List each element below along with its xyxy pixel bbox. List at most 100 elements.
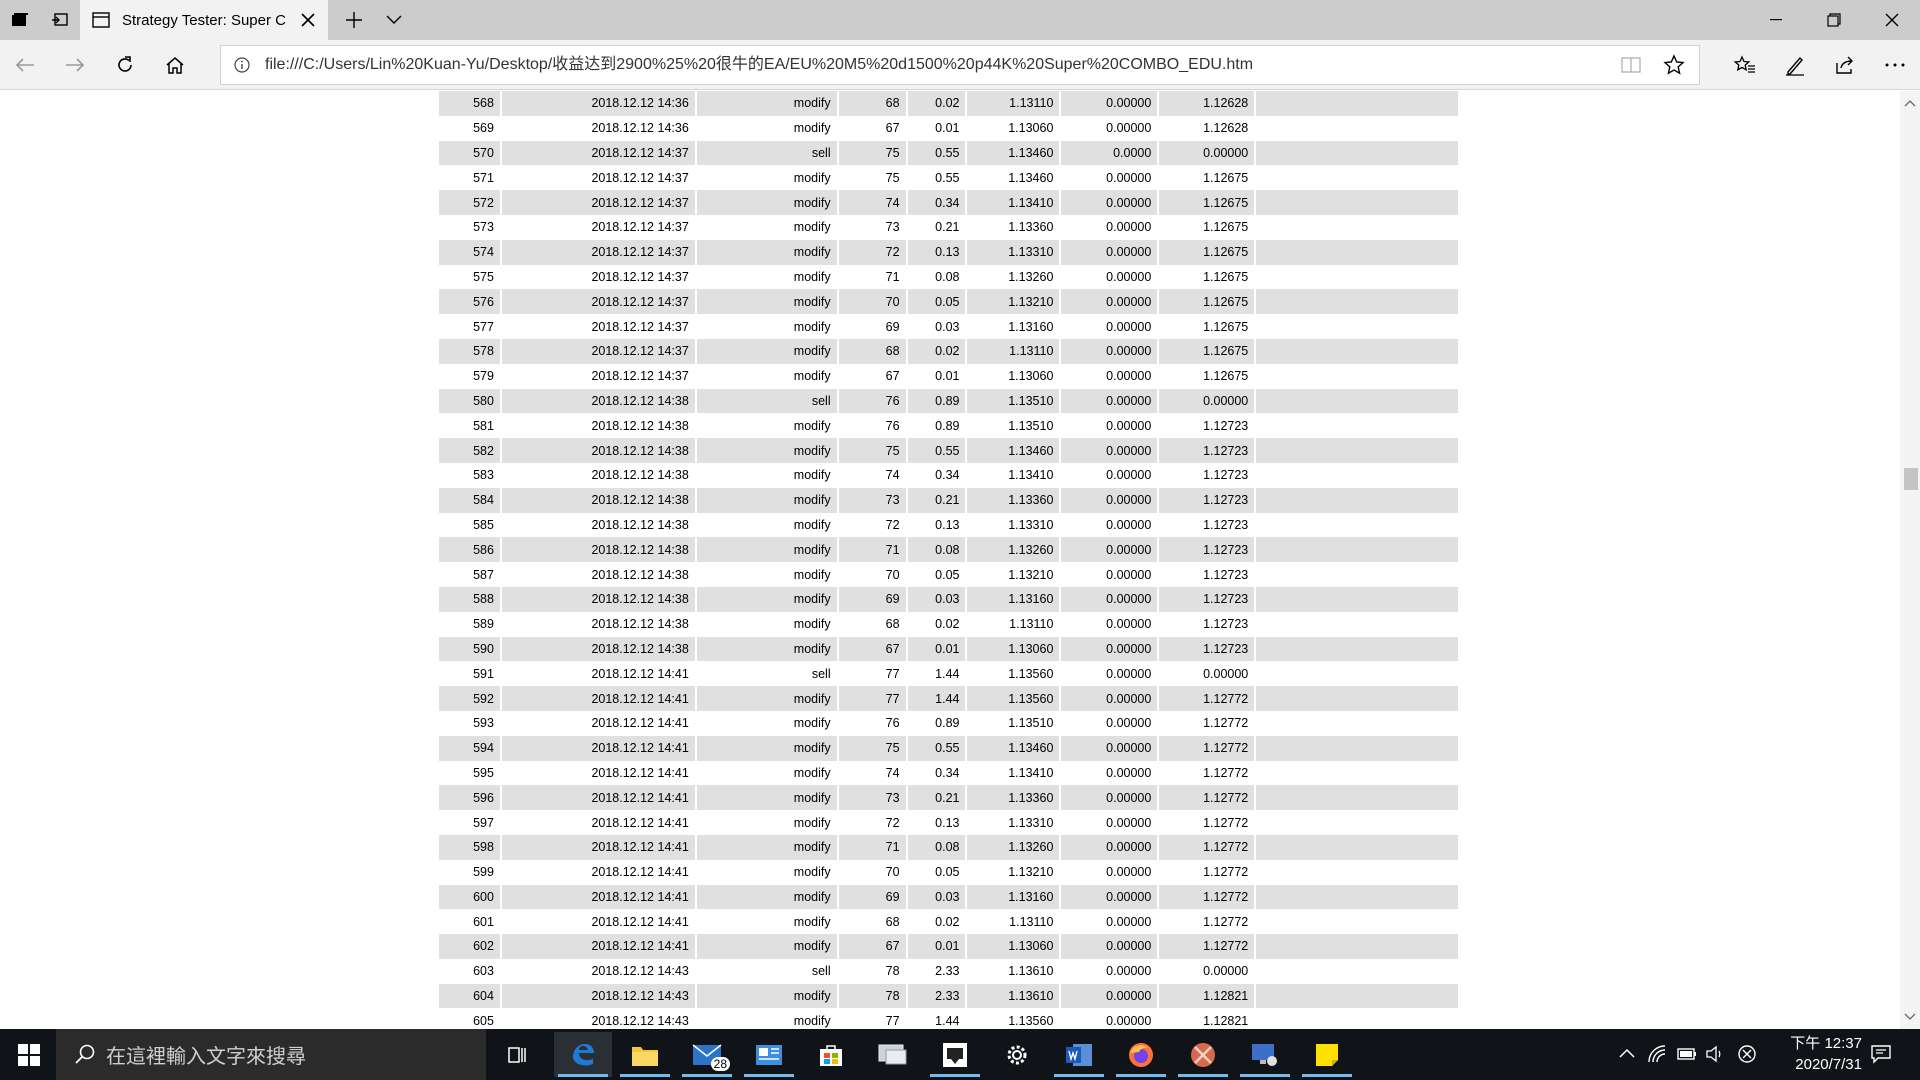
trade-price-cell: 1.13060	[966, 934, 1062, 959]
trade-sl-cell: 0.00000	[1060, 438, 1160, 463]
close-window-icon[interactable]	[1868, 0, 1916, 40]
show-hidden-icons-chevron-icon[interactable]	[1616, 1043, 1638, 1065]
trade-price-cell: 1.13260	[966, 537, 1062, 563]
news-app-icon[interactable]	[740, 1032, 798, 1077]
trade-price-cell: 1.13460	[966, 165, 1062, 191]
trade-tp-cell: 1.12723	[1158, 611, 1257, 637]
table-row: 592 2018.12.12 14:41 modify 77 1.44 1.13560 0.…	[439, 686, 1460, 711]
new-tab-icon[interactable]	[338, 0, 370, 40]
battery-icon[interactable]	[1676, 1043, 1698, 1065]
mail-badge: 28	[710, 1057, 730, 1071]
table-row: 568 2018.12.12 14:36 modify 68 0.02 1.13110 0.…	[439, 91, 1460, 116]
url-text[interactable]: file:///C:/Users/Lin%20Kuan-Yu/Desktop/收…	[265, 46, 1595, 84]
table-row: 572 2018.12.12 14:37 modify 74 0.34 1.13410 0.…	[439, 190, 1460, 215]
restore-icon[interactable]	[1810, 0, 1858, 40]
set-aside-tabs-icon[interactable]	[40, 0, 80, 40]
app-circle-icon[interactable]	[1174, 1032, 1232, 1077]
system-clock[interactable]: 下午 12:37 2020/7/31	[1762, 1033, 1862, 1075]
reading-view-icon[interactable]	[1621, 56, 1641, 79]
volume-icon[interactable]	[1704, 1043, 1726, 1065]
start-windows-icon[interactable]	[0, 1032, 58, 1077]
table-row: 571 2018.12.12 14:37 modify 75 0.55 1.13460 0.…	[439, 165, 1460, 191]
trade-type-cell: modify	[695, 239, 839, 265]
tab-strategy-tester[interactable]: Strategy Tester: Super C	[80, 0, 328, 40]
word-icon[interactable]	[1050, 1032, 1108, 1077]
order-id-cell: 69	[837, 586, 908, 612]
table-row: 594 2018.12.12 14:41 modify 75 0.55 1.13460 0.…	[439, 735, 1460, 761]
back-arrow-icon[interactable]	[0, 40, 50, 90]
trade-tp-cell: 1.12675	[1158, 264, 1257, 290]
more-options-icon[interactable]	[1870, 40, 1920, 90]
network-app-icon[interactable]	[1236, 1032, 1294, 1077]
trade-time-cell: 2018.12.12 14:38	[500, 487, 697, 513]
remote-desktop-icon[interactable]	[864, 1032, 922, 1077]
table-row: 603 2018.12.12 14:43 sell 78 2.33 1.13610 0.00…	[439, 958, 1460, 984]
trade-size-cell: 0.21	[906, 487, 968, 513]
trade-time-cell: 2018.12.12 14:41	[500, 834, 697, 860]
table-row: 598 2018.12.12 14:41 modify 71 0.08 1.13260 0.…	[439, 834, 1460, 860]
trade-size-cell: 0.55	[906, 438, 968, 463]
vertical-scrollbar[interactable]	[1900, 91, 1920, 1029]
share-icon[interactable]	[1820, 40, 1870, 90]
minimize-icon[interactable]	[1752, 0, 1800, 40]
trade-sl-cell: 0.00000	[1060, 190, 1160, 215]
table-row: 587 2018.12.12 14:38 modify 70 0.05 1.13210 0.…	[439, 562, 1460, 587]
sticky-notes-icon[interactable]	[1298, 1032, 1356, 1077]
settings-gear-icon[interactable]	[988, 1032, 1046, 1077]
trade-size-cell: 0.01	[906, 934, 968, 959]
firefox-icon[interactable]	[1112, 1032, 1170, 1077]
trade-sl-cell: 0.00000	[1060, 686, 1160, 711]
action-center-icon[interactable]	[1870, 1043, 1892, 1065]
trade-sl-cell: 0.00000	[1060, 735, 1160, 761]
row-spacer-cell	[1255, 512, 1460, 538]
table-row: 584 2018.12.12 14:38 modify 73 0.21 1.13360 0.…	[439, 487, 1460, 513]
trade-price-cell: 1.13110	[966, 338, 1062, 364]
refresh-icon[interactable]	[100, 40, 150, 90]
store-icon[interactable]	[802, 1032, 860, 1077]
trade-time-cell: 2018.12.12 14:37	[500, 314, 697, 339]
taskbar-search-box[interactable]: 在這裡輸入文字來搜尋	[56, 1029, 486, 1080]
favorite-star-icon[interactable]	[1663, 54, 1685, 81]
trade-sl-cell: 0.00000	[1060, 983, 1160, 1009]
wifi-icon[interactable]	[1646, 1043, 1668, 1065]
edge-browser-icon[interactable]	[554, 1032, 612, 1077]
address-bar[interactable]: file:///C:/Users/Lin%20Kuan-Yu/Desktop/收…	[220, 45, 1700, 85]
forward-arrow-icon[interactable]	[50, 40, 100, 90]
trade-number-cell: 577	[439, 314, 502, 339]
file-explorer-icon[interactable]	[616, 1032, 674, 1077]
order-id-cell: 74	[837, 462, 908, 488]
make-web-note-icon[interactable]	[1770, 40, 1820, 90]
trade-price-cell: 1.13460	[966, 438, 1062, 463]
trade-type-cell: modify	[695, 760, 839, 786]
scrollbar-thumb[interactable]	[1904, 468, 1918, 490]
trade-sl-cell: 0.00000	[1060, 314, 1160, 339]
scroll-up-arrow-icon[interactable]	[1902, 95, 1918, 111]
trade-tp-cell: 1.12772	[1158, 735, 1257, 761]
trade-type-cell: modify	[695, 983, 839, 1009]
favorites-hub-icon[interactable]	[1720, 40, 1770, 90]
order-id-cell: 74	[837, 190, 908, 215]
mail-icon[interactable]: 28	[678, 1032, 736, 1077]
ime-status-icon[interactable]	[1736, 1043, 1758, 1065]
trade-type-cell: modify	[695, 909, 839, 935]
trade-number-cell: 592	[439, 686, 502, 711]
trade-type-cell: sell	[695, 958, 839, 984]
trade-number-cell: 585	[439, 512, 502, 538]
trade-number-cell: 589	[439, 611, 502, 637]
close-tab-icon[interactable]	[298, 10, 318, 30]
home-icon[interactable]	[150, 40, 200, 90]
trade-sl-cell: 0.00000	[1060, 338, 1160, 364]
trade-price-cell: 1.13260	[966, 834, 1062, 860]
feedback-app-icon[interactable]	[926, 1032, 984, 1077]
search-placeholder: 在這裡輸入文字來搜尋	[106, 1046, 306, 1068]
trade-size-cell: 0.55	[906, 735, 968, 761]
tab-preview-chevron-icon[interactable]	[378, 0, 410, 40]
trade-price-cell: 1.13060	[966, 115, 1062, 141]
site-info-icon[interactable]	[233, 56, 251, 74]
task-view-icon[interactable]	[490, 1032, 548, 1077]
scroll-down-arrow-icon[interactable]	[1902, 1009, 1918, 1025]
trade-number-cell: 599	[439, 859, 502, 885]
trade-size-cell: 0.13	[906, 512, 968, 538]
tab-manager-icon[interactable]	[0, 0, 40, 40]
row-spacer-cell	[1255, 983, 1460, 1009]
